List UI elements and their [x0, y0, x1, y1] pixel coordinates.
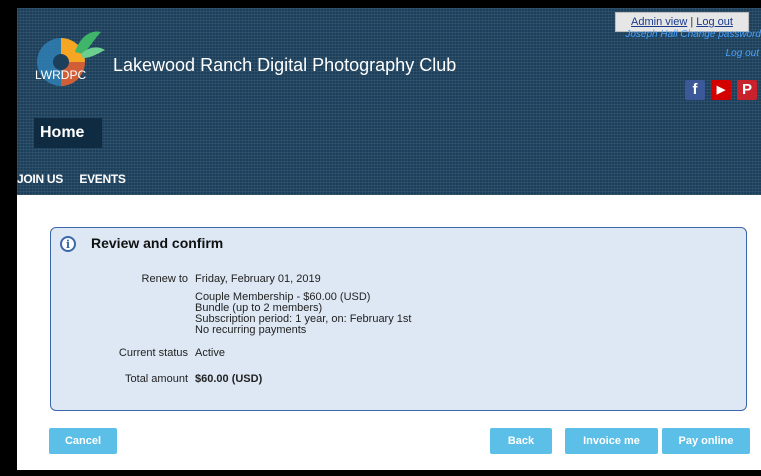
total-label: Total amount [125, 373, 188, 385]
nav-events[interactable]: EVENTS [79, 172, 126, 186]
admin-bar-separator: | [690, 16, 694, 28]
status-label: Current status [118, 347, 188, 359]
facebook-icon[interactable]: f [685, 80, 705, 100]
review-confirm-panel: i Review and confirm Renew to Friday, Fe… [50, 227, 747, 411]
back-button[interactable]: Back [490, 428, 552, 454]
pinterest-icon[interactable]: P [737, 80, 757, 100]
log-out-link[interactable]: Log out [696, 16, 733, 28]
user-links[interactable]: Joseph Hall Change password [625, 29, 761, 40]
club-logo[interactable]: LWRDPC [31, 24, 113, 90]
invoice-me-button[interactable]: Invoice me [565, 428, 658, 454]
log-out-secondary-link[interactable]: Log out [726, 48, 759, 59]
page-title-home[interactable]: Home [34, 118, 102, 148]
status-value: Active [195, 347, 225, 359]
panel-title: Review and confirm [91, 235, 224, 251]
total-value: $60.00 (USD) [195, 373, 263, 385]
youtube-icon[interactable]: ▶ [711, 80, 731, 100]
browser-page: Admin view | Log out Joseph Hall Change … [17, 8, 761, 470]
membership-line: No recurring payments [195, 324, 307, 336]
renew-value: Friday, February 01, 2019 [195, 273, 321, 285]
site-header: Admin view | Log out Joseph Hall Change … [17, 8, 761, 195]
main-nav: JOIN US EVENTS [17, 170, 138, 186]
admin-view-link[interactable]: Admin view [631, 16, 687, 28]
logo-text: LWRDPC [35, 68, 86, 82]
cancel-button[interactable]: Cancel [49, 428, 117, 454]
renew-label: Renew to [141, 273, 188, 285]
site-title[interactable]: Lakewood Ranch Digital Photography Club [113, 55, 456, 76]
info-icon: i [60, 236, 76, 252]
nav-join-us[interactable]: JOIN US [17, 172, 63, 186]
pay-online-button[interactable]: Pay online [662, 428, 750, 454]
